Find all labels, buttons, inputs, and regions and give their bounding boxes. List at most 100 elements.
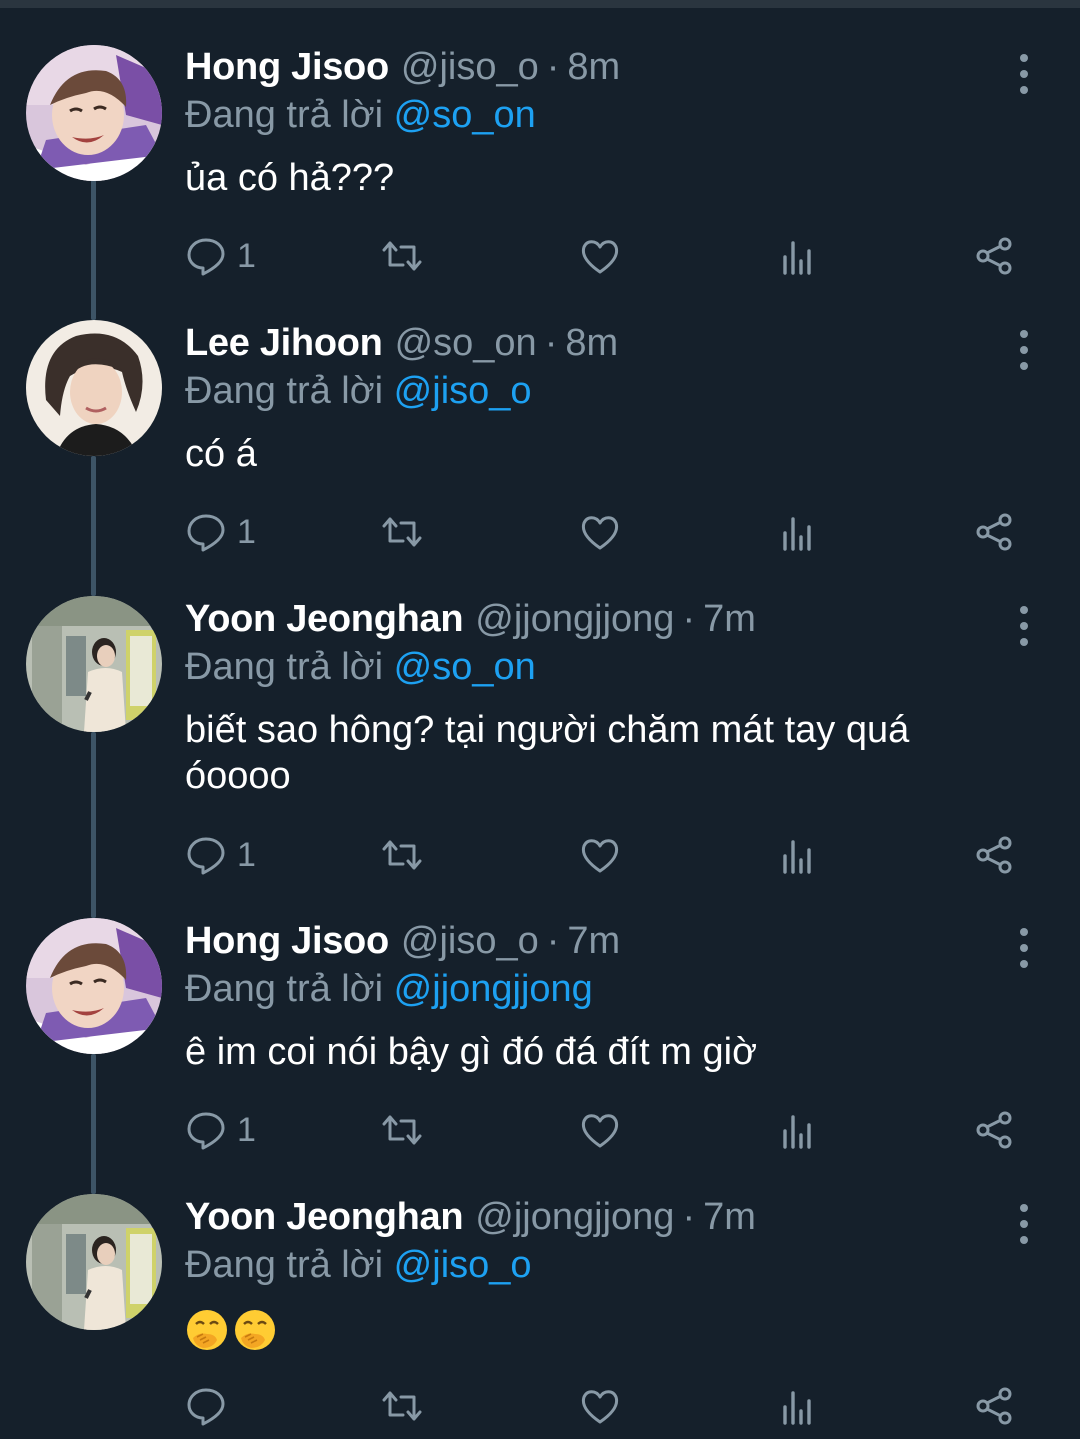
retweet-button[interactable] <box>381 507 423 557</box>
like-button[interactable] <box>579 1105 621 1155</box>
author-handle[interactable]: @so_on <box>395 318 537 368</box>
replying-to: Đang trả lời @so_on <box>185 90 536 140</box>
author-handle[interactable]: @jiso_o <box>401 42 539 92</box>
retweet-icon <box>382 1391 422 1421</box>
share-icon <box>976 836 1012 874</box>
thread-connector <box>91 1054 96 1194</box>
reply-count: 1 <box>237 1110 256 1149</box>
analytics-icon <box>783 241 811 275</box>
author-name[interactable]: Lee Jihoon <box>185 318 383 368</box>
replying-to-label: Đang trả lời <box>185 94 384 136</box>
tweet-header: Yoon Jeonghan @jjongjjong · 7m <box>185 594 756 644</box>
mention-link[interactable]: @jiso_o <box>394 370 532 412</box>
reply-icon <box>187 1112 225 1150</box>
face-with-hand-over-mouth-icon <box>235 1309 275 1350</box>
avatar[interactable] <box>26 1194 162 1330</box>
avatar[interactable] <box>26 45 162 181</box>
share-icon <box>976 237 1012 275</box>
more-options-icon[interactable] <box>1006 604 1042 648</box>
author-handle[interactable]: @jjongjjong <box>475 1192 674 1242</box>
retweet-button[interactable] <box>381 830 423 880</box>
tweet-actions: 1 <box>185 507 1025 557</box>
retweet-icon <box>382 840 422 870</box>
reply-button[interactable]: 1 <box>185 830 256 880</box>
face-with-hand-over-mouth-icon <box>187 1309 227 1350</box>
tweet-text: có á <box>185 433 257 475</box>
analytics-button[interactable] <box>777 507 819 557</box>
like-button[interactable] <box>579 507 621 557</box>
reply-count: 1 <box>237 512 256 551</box>
share-button[interactable] <box>973 231 1015 281</box>
avatar[interactable] <box>26 918 162 1054</box>
analytics-button[interactable] <box>777 231 819 281</box>
thread-connector <box>91 732 96 918</box>
replying-to-label: Đang trả lời <box>185 646 384 688</box>
like-icon <box>581 1114 619 1148</box>
author-name[interactable]: Hong Jisoo <box>185 916 389 966</box>
author-name[interactable]: Hong Jisoo <box>185 42 389 92</box>
more-options-icon[interactable] <box>1006 52 1042 96</box>
analytics-icon <box>783 1391 811 1425</box>
retweet-button[interactable] <box>381 1105 423 1155</box>
more-options-icon[interactable] <box>1006 1202 1042 1246</box>
separator: · <box>546 920 560 962</box>
mention-link[interactable]: @so_on <box>394 94 536 136</box>
retweet-button[interactable] <box>381 1381 423 1431</box>
reply-count: 1 <box>237 236 256 275</box>
share-button[interactable] <box>973 1105 1015 1155</box>
like-icon <box>581 839 619 873</box>
analytics-button[interactable] <box>777 830 819 880</box>
retweet-icon <box>382 517 422 547</box>
mention-link[interactable]: @jiso_o <box>394 1244 532 1286</box>
like-icon <box>581 1390 619 1424</box>
tweet-actions: 1 <box>185 231 1025 281</box>
avatar[interactable] <box>26 320 162 456</box>
tweet-actions <box>185 1381 1025 1431</box>
timestamp[interactable]: 7m <box>567 916 620 966</box>
replying-to-label: Đang trả lời <box>185 1244 384 1286</box>
analytics-icon <box>783 840 811 874</box>
separator: · <box>682 1196 696 1238</box>
author-handle[interactable]: @jiso_o <box>401 916 539 966</box>
share-button[interactable] <box>973 1381 1015 1431</box>
replying-to-label: Đang trả lời <box>185 968 384 1010</box>
reply-button[interactable]: 1 <box>185 507 256 557</box>
tweet-text: biết sao hông? tại người chăm mát tay qu… <box>185 709 910 797</box>
like-button[interactable] <box>579 231 621 281</box>
share-button[interactable] <box>973 507 1015 557</box>
like-icon <box>581 516 619 550</box>
avatar[interactable] <box>26 596 162 732</box>
author-name[interactable]: Yoon Jeonghan <box>185 1192 464 1242</box>
reply-button[interactable]: 1 <box>185 1105 256 1155</box>
share-button[interactable] <box>973 830 1015 880</box>
timestamp[interactable]: 7m <box>703 1192 756 1242</box>
analytics-button[interactable] <box>777 1105 819 1155</box>
reply-button[interactable]: 1 <box>185 231 256 281</box>
reply-icon <box>187 238 225 276</box>
more-options-icon[interactable] <box>1006 328 1042 372</box>
conversation-thread: Hong Jisoo @jiso_o · 8m Đang trả lời @so… <box>0 0 1080 1439</box>
separator: · <box>682 598 696 640</box>
retweet-button[interactable] <box>381 231 423 281</box>
mention-link[interactable]: @jjongjjong <box>394 968 593 1010</box>
more-options-icon[interactable] <box>1006 926 1042 970</box>
author-handle[interactable]: @jjongjjong <box>475 594 674 644</box>
like-button[interactable] <box>579 830 621 880</box>
tweet-text <box>185 1305 1015 1352</box>
like-button[interactable] <box>579 1381 621 1431</box>
tweet-actions: 1 <box>185 1105 1025 1155</box>
thread-connector <box>91 180 96 320</box>
reply-button[interactable] <box>185 1381 237 1431</box>
tweet-actions: 1 <box>185 830 1025 880</box>
mention-link[interactable]: @so_on <box>394 646 536 688</box>
reply-icon <box>187 1388 225 1426</box>
timestamp[interactable]: 8m <box>567 42 620 92</box>
tweet-header: Hong Jisoo @jiso_o · 7m <box>185 916 620 966</box>
analytics-button[interactable] <box>777 1381 819 1431</box>
replying-to-label: Đang trả lời <box>185 370 384 412</box>
like-icon <box>581 240 619 274</box>
author-name[interactable]: Yoon Jeonghan <box>185 594 464 644</box>
timestamp[interactable]: 8m <box>565 318 618 368</box>
timestamp[interactable]: 7m <box>703 594 756 644</box>
tweet-header: Yoon Jeonghan @jjongjjong · 7m <box>185 1192 756 1242</box>
